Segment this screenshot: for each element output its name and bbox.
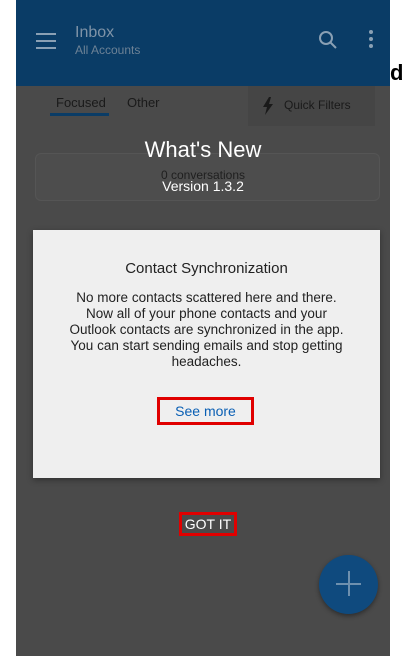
more-vertical-icon[interactable] — [368, 30, 374, 52]
quick-filters-label: Quick Filters — [284, 98, 351, 112]
left-margin — [0, 0, 16, 656]
got-it-button[interactable]: GOT IT — [179, 512, 237, 536]
quick-filters-button[interactable]: Quick Filters — [248, 86, 375, 126]
dialog-body: No more contacts scattered here and ther… — [69, 290, 344, 369]
account-subtitle: All Accounts — [75, 43, 141, 57]
version-label: Version 1.3.2 — [162, 178, 244, 194]
whats-new-title: What's New — [144, 137, 262, 162]
search-icon[interactable] — [318, 30, 338, 50]
right-text-fragment: d — [390, 60, 402, 85]
inbox-title: Inbox — [75, 24, 115, 41]
lightning-icon — [263, 97, 273, 115]
see-more-link[interactable]: See more — [157, 397, 254, 425]
tab-focused-indicator — [50, 113, 109, 116]
inbox-tabs: Focused Other Quick Filters — [16, 86, 390, 130]
tab-other[interactable]: Other — [127, 95, 160, 110]
compose-fab[interactable] — [319, 555, 378, 614]
phone-screen: Inbox All Accounts Focused Other Quick F… — [16, 0, 390, 656]
tab-focused[interactable]: Focused — [56, 95, 106, 110]
hamburger-icon[interactable] — [36, 33, 56, 49]
dialog-title: Contact Synchronization — [125, 260, 288, 277]
feature-dialog: Contact Synchronization No more contacts… — [33, 230, 380, 478]
app-bar: Inbox All Accounts — [16, 0, 390, 86]
screenshot-page: d Inbox All Accounts Focused Other Quick… — [0, 0, 402, 656]
plus-icon-vertical — [348, 571, 350, 596]
